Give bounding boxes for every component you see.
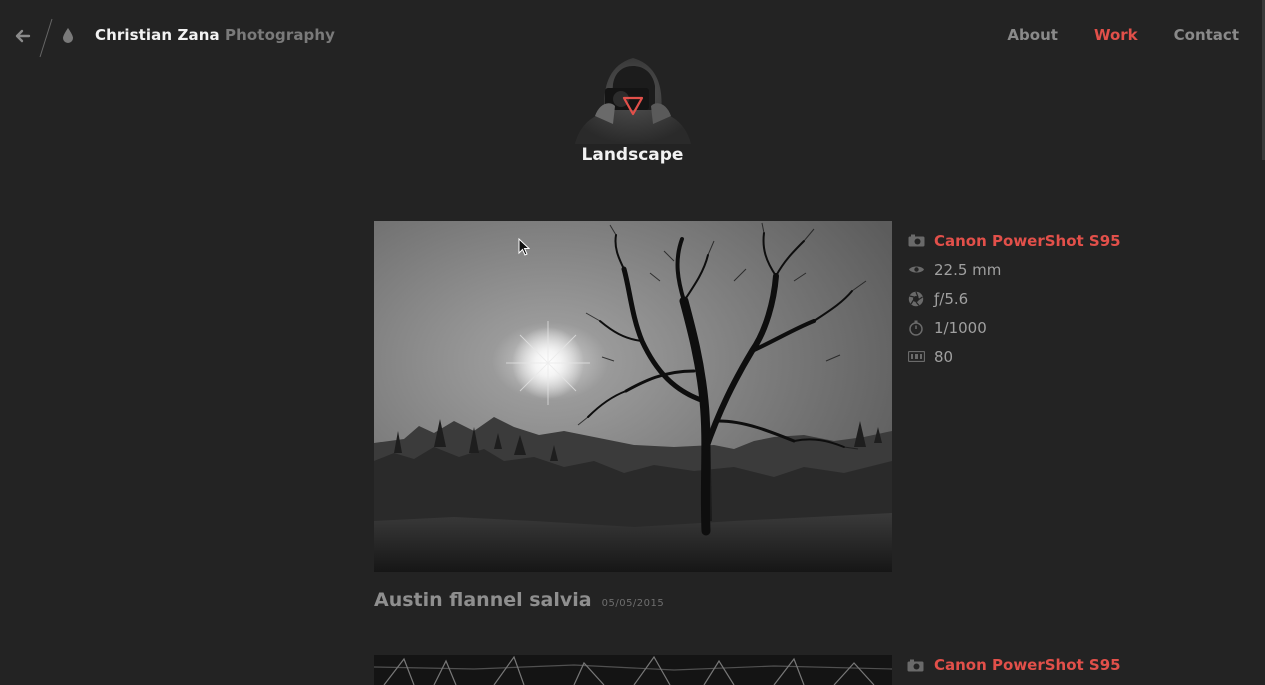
category-title: Landscape: [581, 145, 684, 165]
mouse-cursor-icon: [518, 238, 530, 256]
exif-camera-2: Canon PowerShot S95: [907, 656, 1121, 674]
aperture-value: ƒ/5.6: [934, 289, 969, 308]
next-landscape-photo[interactable]: [374, 655, 892, 685]
exif-focal-length: 22.5 mm: [907, 255, 1121, 284]
post-caption: Austin flannel salvia 05/05/2015: [374, 589, 664, 611]
camera-model-2[interactable]: Canon PowerShot S95: [934, 656, 1121, 674]
brand-name: Christian Zana: [95, 26, 220, 44]
camera-model[interactable]: Canon PowerShot S95: [934, 232, 1121, 250]
site-brand[interactable]: Christian Zana Photography: [95, 26, 335, 44]
nav-work[interactable]: Work: [1094, 26, 1138, 44]
shutter-value: 1/1000: [934, 318, 987, 337]
photographer-avatar: [575, 58, 691, 144]
iso-icon: [907, 349, 925, 365]
nav-about[interactable]: About: [1007, 26, 1058, 44]
focal-length-value: 22.5 mm: [934, 260, 1002, 279]
back-arrow-icon[interactable]: [15, 28, 31, 44]
exif-shutter: 1/1000: [907, 313, 1121, 342]
eye-icon: [907, 262, 925, 278]
stopwatch-icon: [907, 320, 925, 336]
main-nav: About Work Contact: [1007, 26, 1239, 44]
landscape-photo[interactable]: [374, 221, 892, 572]
camera-icon: [907, 233, 925, 249]
iso-value: 80: [934, 347, 954, 366]
exif-aperture: ƒ/5.6: [907, 284, 1121, 313]
exif-camera: Canon PowerShot S95: [907, 226, 1121, 255]
post-title[interactable]: Austin flannel salvia: [374, 589, 592, 611]
brand-subtitle: Photography: [225, 26, 336, 44]
slash-divider: [39, 18, 53, 58]
aperture-icon: [907, 291, 925, 307]
exif-panel-2: Canon PowerShot S95: [907, 656, 1121, 674]
post-date: 05/05/2015: [601, 598, 665, 609]
exif-panel: Canon PowerShot S95 22.5 mm ƒ/5.6 1/1000…: [907, 226, 1121, 371]
exif-iso: 80: [907, 342, 1121, 371]
drop-icon[interactable]: [62, 27, 74, 43]
nav-contact[interactable]: Contact: [1174, 26, 1239, 44]
